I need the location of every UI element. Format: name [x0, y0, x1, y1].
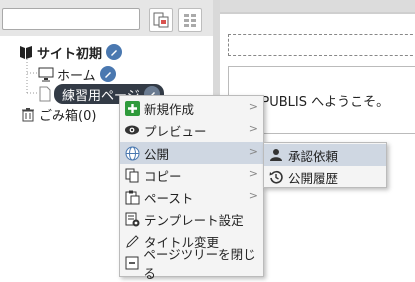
preview-header [220, 0, 415, 12]
menu-label-new: 新規作成 [144, 101, 195, 117]
monitor-icon [38, 67, 54, 82]
menu-item-template[interactable]: テンプレート設定 [120, 208, 263, 230]
menu-label-close-tree: ページツリーを閉じる [143, 247, 256, 281]
person-icon [268, 147, 284, 163]
submenu-arrow-icon: > [248, 145, 258, 158]
minus-box-icon [124, 255, 139, 271]
tree-item-home[interactable]: ホーム [38, 64, 116, 84]
copy-icon [124, 167, 140, 183]
menu-label-preview: プレビュー [144, 123, 207, 139]
page-tree-icon [153, 12, 169, 28]
paste-icon [124, 189, 140, 205]
menu-label-paste: ペースト [144, 190, 194, 206]
publish-submenu: 承認依頼 公開履歴 [263, 142, 387, 188]
editable-region[interactable] [228, 34, 415, 56]
grid-view-icon [184, 14, 196, 27]
tree-item-trash[interactable]: ごみ箱(0) [20, 104, 96, 124]
menu-label-template: テンプレート設定 [144, 212, 244, 228]
edit-pencil-icon[interactable] [99, 66, 116, 82]
page-icon [39, 86, 51, 102]
plus-icon [124, 100, 140, 116]
trash-icon [22, 108, 34, 122]
site-icon [20, 46, 32, 59]
menu-item-publish[interactable]: 公開 > [120, 142, 263, 164]
pencil-icon [124, 233, 140, 249]
menu-item-new[interactable]: 新規作成 > [120, 97, 263, 119]
globe-icon [124, 145, 140, 161]
preview-header-divider [220, 12, 415, 14]
page-tree-button[interactable] [149, 8, 173, 32]
tree-label-site: サイト初期 [37, 46, 103, 62]
search-input[interactable] [2, 8, 140, 30]
tree-label-home: ホーム [57, 68, 96, 84]
menu-label-copy: コピー [144, 168, 182, 184]
eye-icon [124, 122, 140, 138]
submenu-label-approval: 承認依頼 [288, 148, 339, 164]
context-menu: 新規作成 > プレビュー > 公開 > コピー > ペースト > テンプレート設… [119, 95, 264, 281]
submenu-arrow-icon: > [248, 122, 258, 135]
menu-item-preview[interactable]: プレビュー > [120, 119, 263, 141]
tree-item-site[interactable]: サイト初期 [18, 42, 123, 62]
tree-label-trash: ごみ箱(0) [39, 108, 97, 124]
menu-item-paste[interactable]: ペースト > [120, 186, 263, 208]
submenu-arrow-icon: > [248, 100, 258, 113]
menu-item-close-tree[interactable]: ページツリーを閉じる [120, 247, 263, 281]
menu-item-copy[interactable]: コピー > [120, 164, 263, 186]
submenu-item-approval[interactable]: 承認依頼 [264, 144, 386, 166]
submenu-arrow-icon: > [248, 167, 258, 180]
template-icon [124, 211, 140, 227]
menu-label-publish: 公開 [144, 146, 170, 162]
history-icon [268, 169, 284, 185]
grid-view-button[interactable] [178, 8, 202, 32]
edit-pencil-icon[interactable] [106, 44, 123, 60]
submenu-item-history[interactable]: 公開履歴 [264, 166, 386, 188]
submenu-label-history: 公開履歴 [288, 170, 339, 186]
submenu-arrow-icon: > [248, 189, 258, 202]
